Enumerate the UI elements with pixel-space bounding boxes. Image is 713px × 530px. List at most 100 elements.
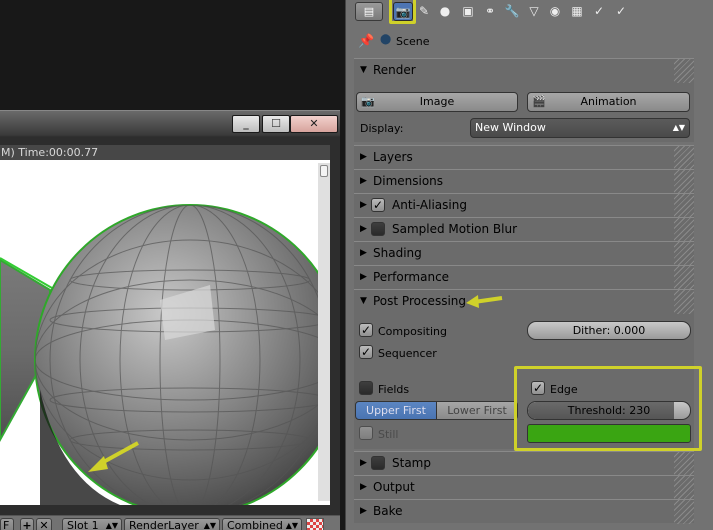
mesh-data-icon: ▽ [529, 4, 539, 18]
lower-first-label: Lower First [447, 404, 507, 417]
rendered-image [0, 160, 330, 505]
output-panel-title: Output [373, 480, 415, 494]
render-animation-button[interactable]: 🎬 Animation [527, 92, 690, 112]
minimize-icon: _ [243, 117, 249, 130]
stamp-checkbox[interactable] [371, 456, 385, 470]
maximize-button[interactable]: ☐ [262, 115, 290, 133]
data-tab[interactable]: ▽ [524, 2, 544, 21]
render-layer-dropdown[interactable]: RenderLayer ▲▼ [124, 518, 220, 530]
bake-panel-title: Bake [373, 504, 403, 518]
performance-panel-title: Performance [373, 270, 450, 284]
compositing-label: Compositing [378, 325, 447, 338]
unlink-image-button[interactable]: ✕ [36, 518, 52, 530]
shading-panel[interactable]: ▶ Shading [354, 241, 694, 266]
expanded-triangle-icon: ▼ [360, 65, 367, 75]
upper-first-label: Upper First [366, 404, 426, 417]
editor-type-icon: ▤ [363, 5, 375, 18]
motion-blur-panel[interactable]: ▶ Sampled Motion Blur [354, 217, 694, 242]
dither-slider[interactable]: Dither: 0.000 [527, 321, 691, 340]
modifiers-tab[interactable]: 🔧 [502, 2, 522, 21]
close-icon: ✕ [309, 117, 319, 130]
constraints-icon: ⚭ [484, 4, 496, 18]
sequencer-label: Sequencer [378, 347, 437, 360]
render-image-svg [0, 204, 330, 505]
context-path: 📌 ⬤ Scene [346, 30, 713, 54]
still-checkbox[interactable] [359, 426, 373, 440]
stamp-panel-title: Stamp [392, 456, 431, 470]
particles-icon: ✓ [593, 4, 605, 18]
anti-aliasing-checkbox[interactable]: ✓ [371, 198, 385, 212]
draw-channels-icon[interactable] [306, 518, 324, 530]
post-processing-panel: ▼ Post Processing ✓ Compositing Dither: 0… [354, 289, 702, 451]
render-window: _ ☐ ✕ M) Time:00:00.77 F + ✕ Slot 1 ▲▼ R… [0, 110, 340, 530]
material-tab[interactable]: ◉ [545, 2, 565, 21]
slot-dropdown[interactable]: Slot 1 ▲▼ [62, 518, 122, 530]
motion-blur-panel-title: Sampled Motion Blur [392, 222, 518, 236]
screen: _ ☐ ✕ M) Time:00:00.77 F + ✕ Slot 1 ▲▼ R… [0, 0, 713, 530]
animation-button-label: Animation [580, 95, 637, 108]
collapsed-triangle-icon: ▶ [360, 482, 367, 492]
vertical-scrollbar[interactable] [318, 163, 330, 501]
display-dropdown[interactable]: New Window ▲▼ [470, 118, 690, 138]
layers-panel-title: Layers [373, 150, 413, 164]
lower-first-button[interactable]: Lower First [436, 401, 518, 420]
physics-tab[interactable]: ✓ [589, 2, 609, 21]
bake-panel[interactable]: ▶ Bake [354, 499, 694, 524]
pin-icon[interactable]: 📌 [358, 34, 374, 49]
output-panel[interactable]: ▶ Output [354, 475, 694, 500]
maximize-icon: ☐ [271, 117, 281, 130]
constraints-tab[interactable]: ⚭ [480, 2, 500, 21]
performance-panel[interactable]: ▶ Performance [354, 265, 694, 290]
collapsed-triangle-icon: ▶ [360, 458, 367, 468]
collapsed-triangle-icon: ▶ [360, 272, 367, 282]
minimize-button[interactable]: _ [232, 115, 260, 133]
image-button-label: Image [419, 95, 455, 108]
chevron-down-icon: ▲▼ [105, 521, 118, 530]
motion-blur-checkbox[interactable] [371, 222, 385, 236]
physics-tab-2[interactable]: ✓ [611, 2, 631, 21]
fields-label: Fields [378, 383, 410, 396]
stamp-panel[interactable]: ▶ Stamp [354, 451, 694, 476]
chevron-down-icon: ▲▼ [672, 123, 685, 132]
render-layer-label: RenderLayer [129, 519, 199, 530]
render-info-bar: M) Time:00:00.77 [0, 145, 330, 160]
render-layers-tab[interactable]: ✎ [414, 2, 434, 21]
editor-type-button[interactable]: ▤ [355, 2, 383, 21]
scrollbar-thumb[interactable] [320, 165, 328, 177]
annotation-highlight [514, 366, 702, 451]
close-window-button[interactable]: ✕ [290, 115, 338, 133]
object-icon: ▣ [462, 4, 474, 18]
still-label: Still [378, 428, 399, 441]
clapper-icon: 🎬 [532, 95, 546, 108]
post-processing-header[interactable]: ▼ Post Processing [354, 290, 694, 314]
sequencer-checkbox[interactable]: ✓ [359, 345, 373, 359]
world-icon: ● [439, 4, 451, 18]
object-tab[interactable]: ▣ [458, 2, 478, 21]
render-image-button[interactable]: 📷 Image [356, 92, 518, 112]
pass-dropdown[interactable]: Combined ▲▼ [222, 518, 302, 530]
fields-checkbox[interactable] [359, 381, 373, 395]
render-panel-title: Render [373, 63, 416, 77]
world-tab[interactable]: ● [435, 2, 455, 21]
new-image-button[interactable]: + [20, 518, 34, 530]
post-processing-title: Post Processing [373, 294, 466, 308]
compositing-checkbox[interactable]: ✓ [359, 323, 373, 337]
collapsed-triangle-icon: ▶ [360, 176, 367, 186]
material-icon: ◉ [549, 4, 561, 18]
scene-icon: ⬤ [380, 34, 392, 45]
dimensions-panel[interactable]: ▶ Dimensions [354, 169, 694, 194]
texture-tab[interactable]: ▦ [567, 2, 587, 21]
anti-aliasing-panel[interactable]: ▶ ✓ Anti-Aliasing [354, 193, 694, 218]
render-panel: ▼ Render 📷 Image 🎬 Animation Display: New… [354, 58, 694, 142]
collapsed-triangle-icon: ▶ [360, 224, 367, 234]
layers-panel[interactable]: ▶ Layers [354, 145, 694, 170]
collapsed-triangle-icon: ▶ [360, 506, 367, 516]
scene-label: Scene [396, 35, 430, 48]
slot-label: Slot 1 [67, 519, 99, 530]
collapsed-triangle-icon: ▶ [360, 152, 367, 162]
render-panel-header[interactable]: ▼ Render [354, 59, 694, 83]
f-button[interactable]: F [0, 518, 14, 530]
upper-first-button[interactable]: Upper First [355, 401, 437, 420]
shading-panel-title: Shading [373, 246, 422, 260]
sphere-shape [34, 204, 330, 505]
